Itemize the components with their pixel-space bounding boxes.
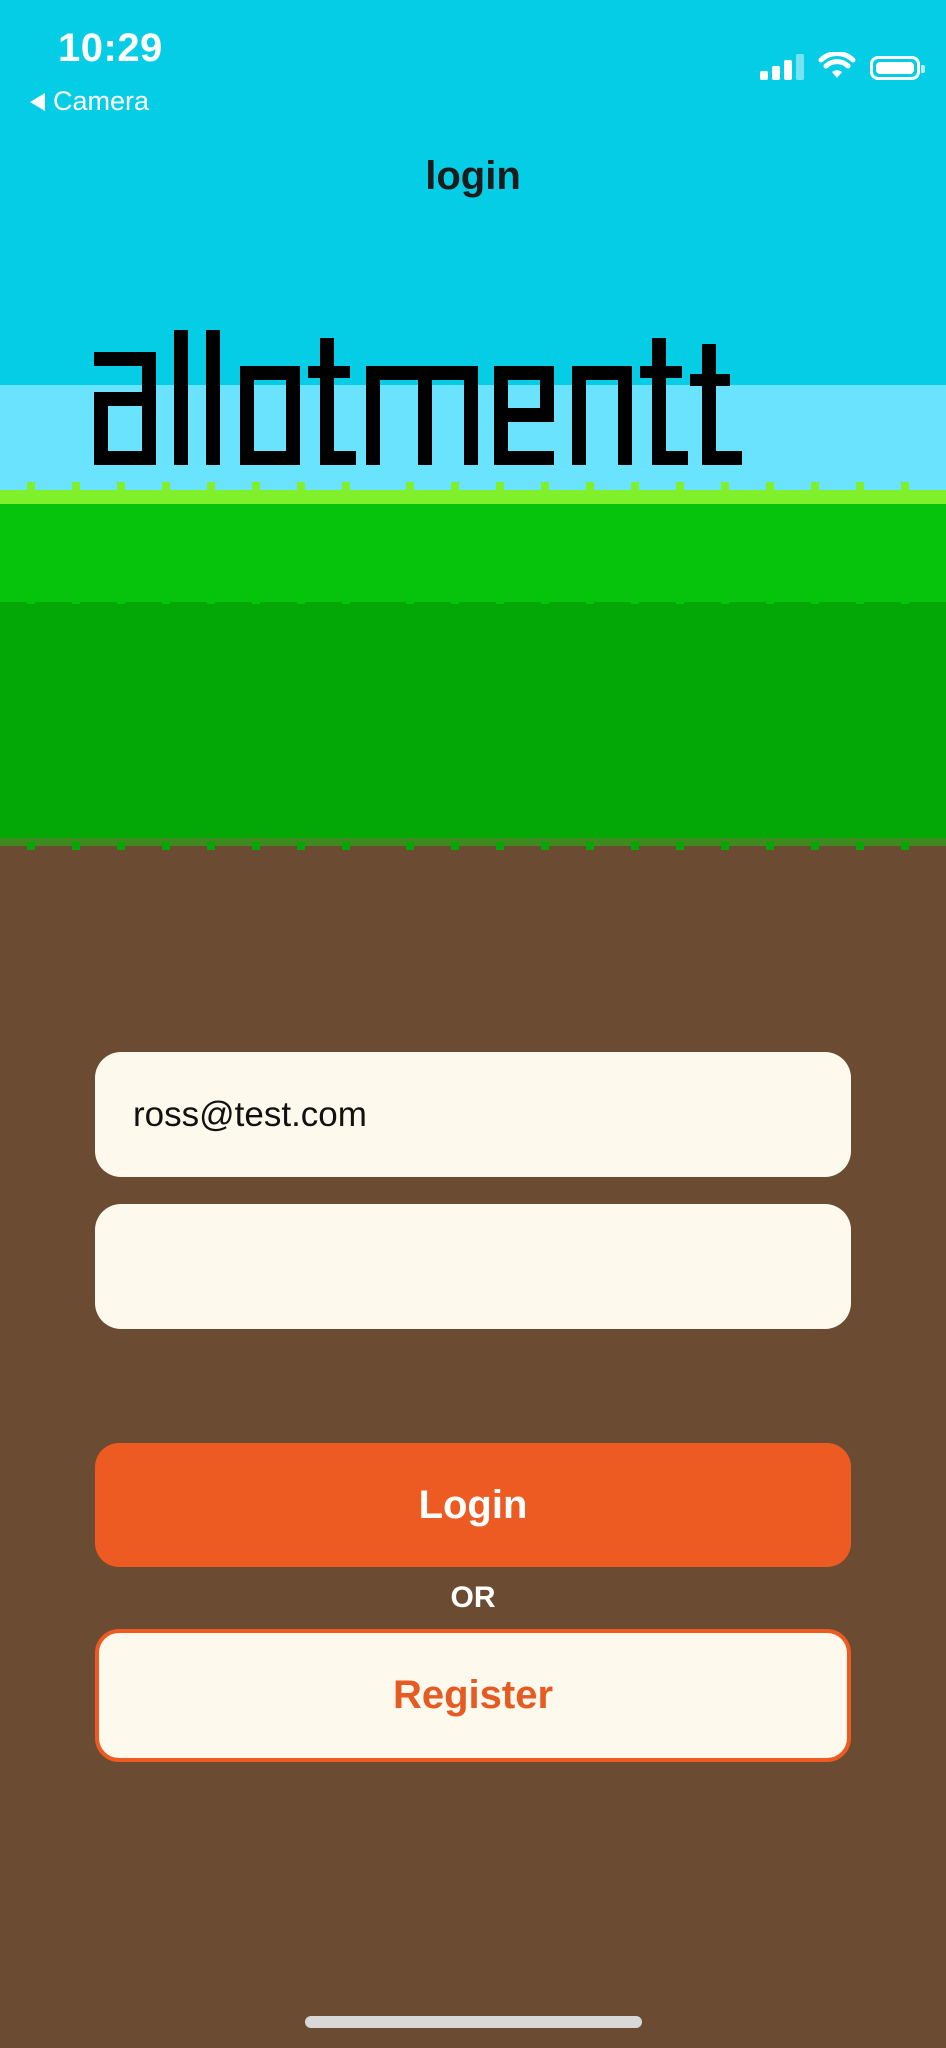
register-button[interactable]: Register — [95, 1629, 851, 1762]
grass-tuft — [631, 842, 639, 850]
grass-tuft — [631, 482, 639, 490]
grass-tuft — [252, 842, 260, 850]
grass-tuft — [451, 842, 459, 850]
grass-tuft — [721, 842, 729, 850]
grass-tuft — [856, 596, 864, 604]
login-button[interactable]: Login — [95, 1443, 851, 1567]
grass-tuft — [451, 596, 459, 604]
grass-tuft — [766, 482, 774, 490]
grass-tuft — [856, 842, 864, 850]
grass-tuft — [162, 596, 170, 604]
back-to-camera-link[interactable]: Camera — [30, 86, 149, 117]
grass-tuft — [676, 596, 684, 604]
grass-tuft — [586, 842, 594, 850]
grass-tuft — [856, 482, 864, 490]
grass-tuft — [252, 482, 260, 490]
grass-tuft — [901, 596, 909, 604]
grass-tuft — [631, 596, 639, 604]
email-field[interactable]: ross@test.com — [95, 1052, 851, 1177]
status-time: 10:29 — [58, 26, 163, 70]
grass-tuft — [766, 596, 774, 604]
grass-tuft — [496, 482, 504, 490]
grass-tuft — [27, 482, 35, 490]
grass-tuft — [297, 482, 305, 490]
grass-tuft — [901, 482, 909, 490]
grass-tuft — [207, 842, 215, 850]
grass-tuft — [721, 596, 729, 604]
grass-tuft — [721, 482, 729, 490]
grass-tuft — [117, 596, 125, 604]
grass-tuft — [811, 842, 819, 850]
grass-tuft — [297, 842, 305, 850]
grass-tuft — [162, 842, 170, 850]
home-indicator — [305, 2016, 642, 2028]
grass-tuft — [811, 596, 819, 604]
grass-tuft — [27, 596, 35, 604]
grass-tuft — [162, 482, 170, 490]
register-button-label: Register — [392, 1673, 554, 1717]
grass-tuft — [406, 596, 414, 604]
grass-tuft — [586, 482, 594, 490]
grass-tuft — [72, 482, 80, 490]
grass-tuft — [207, 596, 215, 604]
grass-tuft — [72, 842, 80, 850]
grass-tuft — [811, 482, 819, 490]
grass-tuft — [117, 482, 125, 490]
grass-tuft — [676, 482, 684, 490]
grass-band-dark — [0, 602, 946, 842]
back-app-label: Camera — [53, 86, 150, 116]
grass-tuft — [342, 842, 350, 850]
grass-tuft — [766, 842, 774, 850]
grass-tuft — [676, 842, 684, 850]
or-divider-text: OR — [450, 1581, 496, 1614]
back-arrow-icon — [30, 92, 45, 111]
grass-tuft — [27, 842, 35, 850]
grass-tuft — [541, 842, 549, 850]
grass-tuft — [342, 482, 350, 490]
grass-tuft — [406, 482, 414, 490]
grass-tuft — [297, 596, 305, 604]
grass-tuft — [342, 596, 350, 604]
login-button-label: Login — [418, 1482, 528, 1527]
battery-icon — [870, 56, 925, 80]
allotment-logo — [94, 330, 742, 465]
status-icons — [760, 52, 925, 80]
grass-tuft — [586, 596, 594, 604]
password-field[interactable] — [95, 1204, 851, 1329]
grass-tuft — [541, 482, 549, 490]
grass-tuft — [541, 596, 549, 604]
grass-band-light — [0, 504, 946, 604]
grass-tuft — [207, 482, 215, 490]
grass-tuft — [252, 596, 260, 604]
grass-tuft — [451, 482, 459, 490]
grass-tuft — [901, 842, 909, 850]
grass-tuft — [496, 842, 504, 850]
grass-tuft — [117, 842, 125, 850]
grass-tuft — [406, 842, 414, 850]
cellular-signal-icon — [760, 54, 804, 80]
grass-tuft — [496, 596, 504, 604]
page-title: login — [425, 154, 521, 198]
email-field-value: ross@test.com — [133, 1094, 367, 1134]
wifi-icon — [818, 52, 856, 78]
grass-tuft — [72, 596, 80, 604]
